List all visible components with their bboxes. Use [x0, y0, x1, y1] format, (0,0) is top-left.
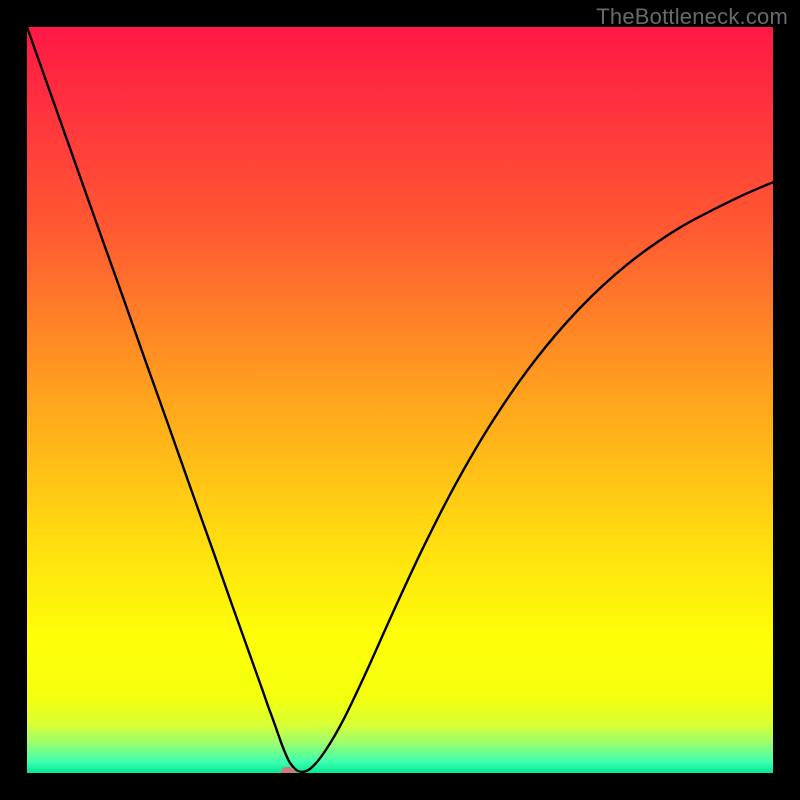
- optimal-point-marker: [281, 767, 295, 773]
- chart-svg: [27, 27, 773, 773]
- chart-background: [27, 27, 773, 773]
- watermark-text: TheBottleneck.com: [596, 4, 788, 30]
- chart-plot-area: [27, 27, 773, 773]
